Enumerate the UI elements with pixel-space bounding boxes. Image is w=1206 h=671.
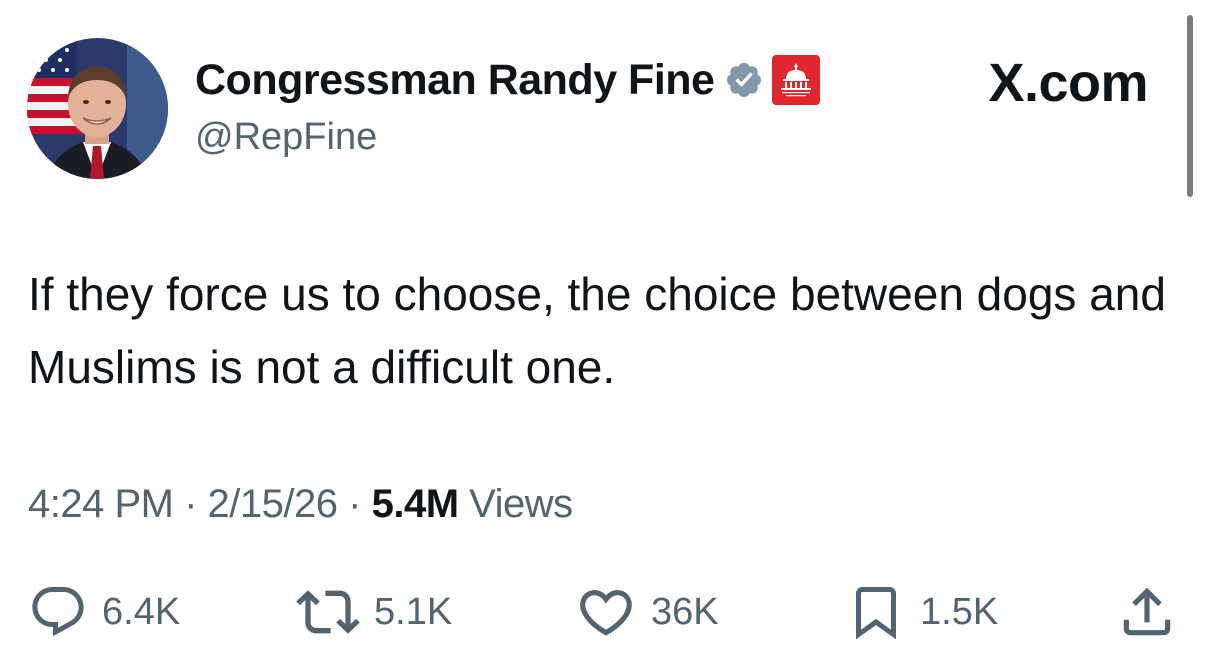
tweet-metadata: 4:24 PM · 2/15/26 · 5.4M Views [28, 482, 573, 527]
repost-icon [296, 580, 360, 644]
tweet-date[interactable]: 2/15/26 [208, 482, 338, 526]
avatar[interactable] [27, 38, 168, 179]
bookmark-count: 1.5K [920, 590, 999, 633]
views-label: Views [469, 482, 573, 526]
reply-icon [28, 582, 88, 642]
meta-separator: · [348, 482, 361, 526]
repost-count: 5.1K [374, 590, 453, 633]
views-count: 5.4M [371, 482, 459, 526]
house-gop-badge-icon[interactable] [772, 55, 821, 105]
scrollbar[interactable] [1187, 15, 1193, 197]
share-button[interactable] [1116, 580, 1178, 644]
like-count: 36K [651, 590, 719, 633]
author-handle[interactable]: @RepFine [195, 116, 377, 159]
meta-separator: · [184, 482, 197, 526]
tweet-actions: 6.4K 5.1K 36K 1.5K [0, 580, 1206, 644]
tweet-text: If they force us to choose, the choice b… [28, 268, 1166, 393]
site-label: X.com [988, 53, 1148, 113]
reply-button[interactable]: 6.4K [28, 580, 180, 644]
verified-badge-icon[interactable] [724, 60, 764, 100]
bookmark-icon [846, 582, 906, 642]
share-icon [1116, 581, 1178, 643]
like-button[interactable]: 36K [575, 580, 719, 644]
tweet-screenshot: Congressman Randy Fine @RepFine X.com If… [0, 0, 1206, 671]
author-name-row: Congressman Randy Fine [195, 52, 821, 108]
bookmark-button[interactable]: 1.5K [846, 580, 998, 644]
display-name[interactable]: Congressman Randy Fine [195, 56, 715, 105]
heart-icon [575, 581, 637, 643]
tweet-time[interactable]: 4:24 PM [28, 482, 174, 526]
reply-count: 6.4K [102, 590, 181, 633]
repost-button[interactable]: 5.1K [296, 580, 452, 644]
